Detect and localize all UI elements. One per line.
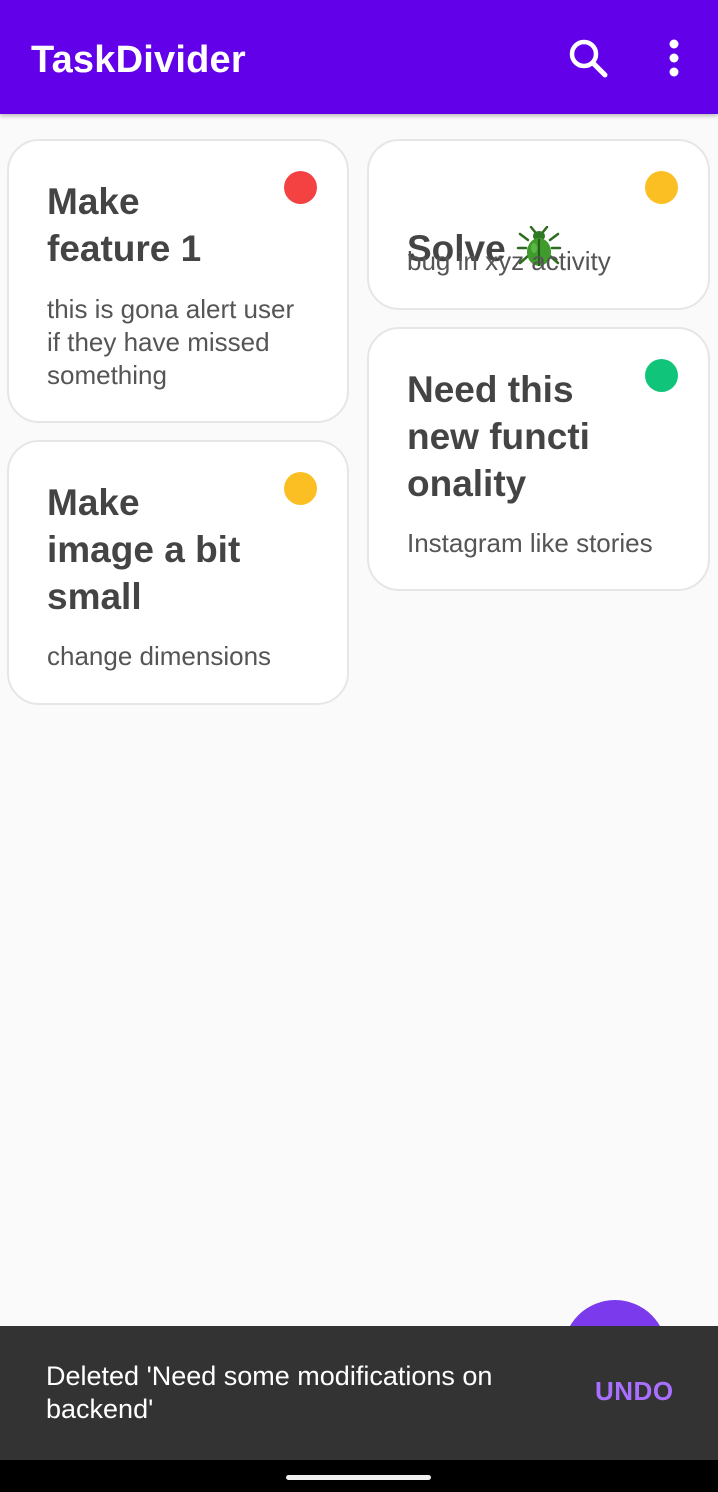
task-title: Make feature 1 bbox=[47, 181, 202, 269]
task-card[interactable]: Need this new functi onality Instagram l… bbox=[367, 327, 710, 591]
task-description: this is gona alert user if they have mis… bbox=[47, 294, 295, 390]
task-title: Need this new functi onality bbox=[407, 369, 590, 504]
task-description: bug in xyz activity bbox=[407, 246, 611, 276]
task-description: Instagram like stories bbox=[407, 528, 653, 558]
search-icon[interactable] bbox=[566, 36, 610, 80]
app-title: TaskDivider bbox=[31, 39, 246, 81]
task-card[interactable]: Make feature 1 this is gona alert user i… bbox=[7, 139, 349, 423]
undo-button[interactable]: UNDO bbox=[595, 1376, 674, 1407]
priority-indicator bbox=[645, 359, 678, 392]
system-navigation-bar bbox=[0, 1460, 718, 1492]
home-gesture-handle[interactable] bbox=[286, 1475, 431, 1480]
more-vert-icon[interactable] bbox=[656, 36, 692, 80]
snackbar-message: Deleted 'Need some modifications on back… bbox=[46, 1361, 493, 1424]
task-grid: Make feature 1 this is gona alert user i… bbox=[0, 114, 718, 1326]
task-card[interactable]: Make image a bit small change dimensions bbox=[7, 440, 349, 705]
task-card[interactable]: Solve bug in xyz activity bbox=[367, 139, 710, 310]
priority-indicator bbox=[645, 171, 678, 204]
task-description: change dimensions bbox=[47, 641, 272, 671]
task-title: Make image a bit small bbox=[47, 482, 241, 617]
priority-indicator bbox=[284, 171, 317, 204]
priority-indicator bbox=[284, 472, 317, 505]
app-bar: TaskDivider bbox=[0, 0, 718, 114]
snackbar: Deleted 'Need some modifications on back… bbox=[0, 1326, 718, 1460]
